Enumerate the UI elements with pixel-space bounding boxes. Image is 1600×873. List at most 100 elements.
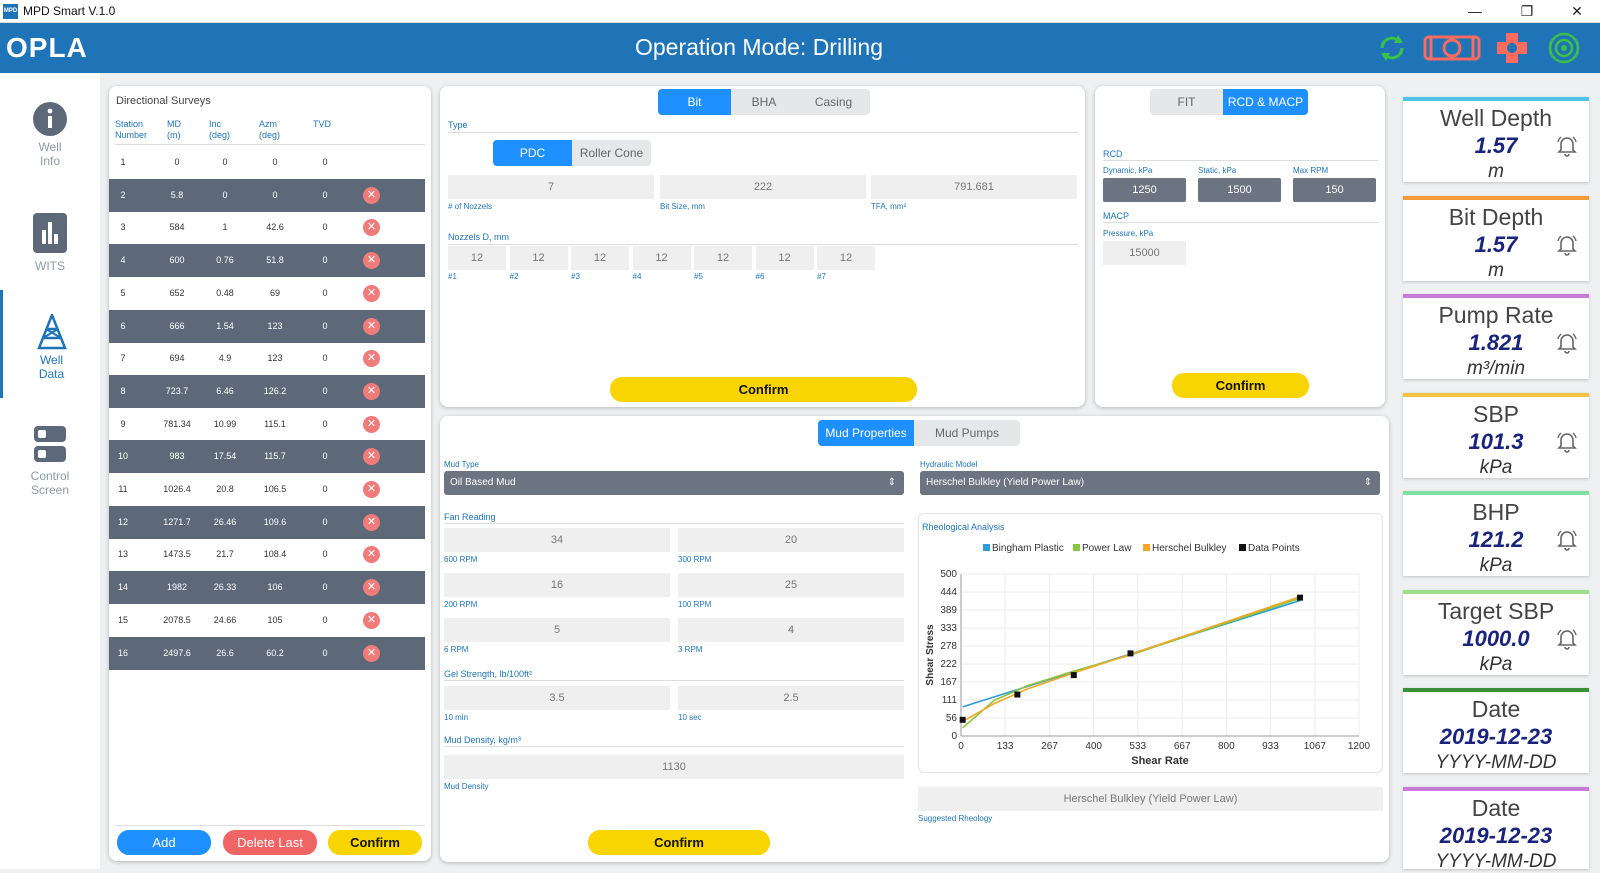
x-tick-label: 0 xyxy=(958,741,964,752)
nozzle-field[interactable]: 12 xyxy=(755,246,814,270)
table-cell: 6.46 xyxy=(216,385,234,396)
nav-wits[interactable]: WITS xyxy=(0,212,100,273)
delete-row-icon[interactable]: ✕ xyxy=(363,546,380,564)
nozzle-field[interactable]: 12 xyxy=(694,246,752,270)
tab-fit[interactable]: FIT xyxy=(1150,89,1223,115)
dynamic-field[interactable]: 1250 xyxy=(1103,178,1186,202)
header-line2: (m) xyxy=(167,130,181,140)
delete-row-icon[interactable]: ✕ xyxy=(363,611,380,629)
pressure-field[interactable]: 15000 xyxy=(1103,241,1186,265)
table-row: 8 723.7 6.46 126.2 0 ✕ xyxy=(109,374,425,408)
mud-type-select[interactable]: Oil Based Mud ⇕ xyxy=(444,471,904,495)
table-cell: 0 xyxy=(322,647,328,658)
mud-density-field[interactable]: 1130 xyxy=(444,755,904,779)
gel-strength-field[interactable]: 2.5 xyxy=(678,686,904,710)
delete-row-icon[interactable]: ✕ xyxy=(363,186,380,204)
delete-row-icon[interactable]: ✕ xyxy=(363,579,380,597)
nav-control-screen[interactable]: Control Screen xyxy=(0,424,100,497)
fan-reading-field[interactable]: 5 xyxy=(444,618,670,642)
table-cell: 5.8 xyxy=(170,189,184,200)
table-cell: 0 xyxy=(322,484,328,494)
bop-icon[interactable] xyxy=(1423,31,1481,65)
app-icon: MPD xyxy=(3,4,18,19)
legend-label: Power Law xyxy=(1082,543,1132,554)
mud-confirm-button[interactable]: Confirm xyxy=(588,830,770,855)
table-row: 1 0 0 0 0 xyxy=(109,146,425,179)
rcd-confirm-button[interactable]: Confirm xyxy=(1172,373,1309,398)
minimize-button[interactable]: — xyxy=(1452,0,1498,23)
gauge-bit-depth: Bit Depth 1.57 m xyxy=(1403,195,1589,281)
add-survey-button[interactable]: Add xyxy=(117,830,211,855)
gauge-date: Date 2019-12-23 YYYY-MM-DD xyxy=(1403,688,1589,773)
close-window-button[interactable]: ✕ xyxy=(1554,0,1600,23)
fan-reading-field[interactable]: 34 xyxy=(444,528,670,552)
tab-mud-properties[interactable]: Mud Properties xyxy=(818,420,914,446)
delete-last-button[interactable]: Delete Last xyxy=(223,830,317,855)
table-header: Inc (deg) xyxy=(209,119,230,141)
delete-row-icon[interactable]: ✕ xyxy=(363,513,380,531)
nozzles-count-field[interactable]: 7 xyxy=(448,175,654,199)
signal-icon[interactable] xyxy=(1546,31,1582,65)
type-roller-cone[interactable]: Roller Cone xyxy=(572,140,651,166)
type-pdc[interactable]: PDC xyxy=(493,140,572,166)
delete-row-icon[interactable]: ✕ xyxy=(363,481,380,498)
delete-row-icon[interactable]: ✕ xyxy=(363,415,380,433)
nozzle-field[interactable]: 12 xyxy=(571,246,629,270)
nozzle-field[interactable]: 12 xyxy=(632,246,691,270)
delete-row-icon[interactable]: ✕ xyxy=(363,382,380,400)
gauge-unit: YYYY-MM-DD xyxy=(1435,850,1557,872)
delete-row-icon[interactable]: ✕ xyxy=(363,252,380,270)
delete-row-icon[interactable]: ✕ xyxy=(363,448,380,466)
nozzle-field[interactable]: 12 xyxy=(509,246,568,270)
max-rpm-field[interactable]: 150 xyxy=(1293,178,1376,202)
bit-confirm-button[interactable]: Confirm xyxy=(610,377,917,402)
y-tick-label: 111 xyxy=(942,695,958,706)
alarm-bell-icon[interactable] xyxy=(1555,527,1579,551)
choke-valve-icon[interactable] xyxy=(1494,31,1530,65)
tfa-field[interactable]: 791.681 xyxy=(871,175,1077,199)
fan-reading-field[interactable]: 16 xyxy=(444,573,670,597)
fan-reading-field[interactable]: 4 xyxy=(678,618,904,642)
alarm-bell-icon[interactable] xyxy=(1555,429,1579,453)
static-field[interactable]: 1500 xyxy=(1198,178,1281,202)
alarm-bell-icon[interactable] xyxy=(1555,133,1579,157)
x-tick-label: 533 xyxy=(1129,741,1146,752)
hydraulic-model-select[interactable]: Herschel Bulkley (Yield Power Law) ⇕ xyxy=(920,471,1380,495)
fan-reading-field[interactable]: 25 xyxy=(678,573,904,597)
nozzle-field[interactable]: 12 xyxy=(817,246,875,270)
delete-row-icon[interactable]: ✕ xyxy=(363,350,380,368)
nav-well-data[interactable]: Well Data xyxy=(0,290,100,398)
table-cell: 1026.4 xyxy=(163,484,191,494)
alarm-bell-icon[interactable] xyxy=(1555,626,1579,650)
gel-strength-field[interactable]: 3.5 xyxy=(444,686,670,710)
surveys-confirm-button[interactable]: Confirm xyxy=(328,830,422,855)
table-cell: 60.2 xyxy=(266,647,284,658)
delete-row-icon[interactable]: ✕ xyxy=(363,644,380,662)
alarm-bell-icon[interactable] xyxy=(1555,232,1579,256)
tab-bit[interactable]: Bit xyxy=(658,89,731,115)
table-cell: 10.99 xyxy=(213,418,237,429)
gauge-pump-rate: Pump Rate 1.821 m³/min xyxy=(1403,294,1589,379)
delete-row-icon[interactable]: ✕ xyxy=(363,317,380,335)
table-cell: 0 xyxy=(322,320,328,331)
nav-label: Well xyxy=(39,353,64,367)
refresh-icon[interactable] xyxy=(1374,31,1410,65)
bit-size-field[interactable]: 222 xyxy=(660,175,866,199)
tab-mud-pumps[interactable]: Mud Pumps xyxy=(914,420,1020,446)
tab-casing[interactable]: Casing xyxy=(797,89,870,115)
fan-reading-field[interactable]: 20 xyxy=(678,528,904,552)
delete-row-icon[interactable]: ✕ xyxy=(363,219,380,237)
delete-row-icon[interactable]: ✕ xyxy=(363,284,380,302)
tab-rcd-macp[interactable]: RCD & MACP xyxy=(1223,89,1308,115)
table-cell: 0 xyxy=(322,385,328,396)
restore-button[interactable]: ❐ xyxy=(1504,0,1550,23)
x-axis-label: Shear Rate xyxy=(1131,755,1188,767)
table-row: 14 1982 26.33 106 0 ✕ xyxy=(109,571,425,605)
alarm-bell-icon[interactable] xyxy=(1555,330,1579,354)
tab-bha[interactable]: BHA xyxy=(731,89,797,115)
nozzle-field[interactable]: 12 xyxy=(448,246,506,270)
nav-well-info[interactable]: Well Info xyxy=(0,101,100,168)
pressure-label: Pressure, kPa xyxy=(1103,229,1154,238)
table-cell: 0 xyxy=(272,157,278,167)
nozzle-label: #3 xyxy=(571,272,580,281)
